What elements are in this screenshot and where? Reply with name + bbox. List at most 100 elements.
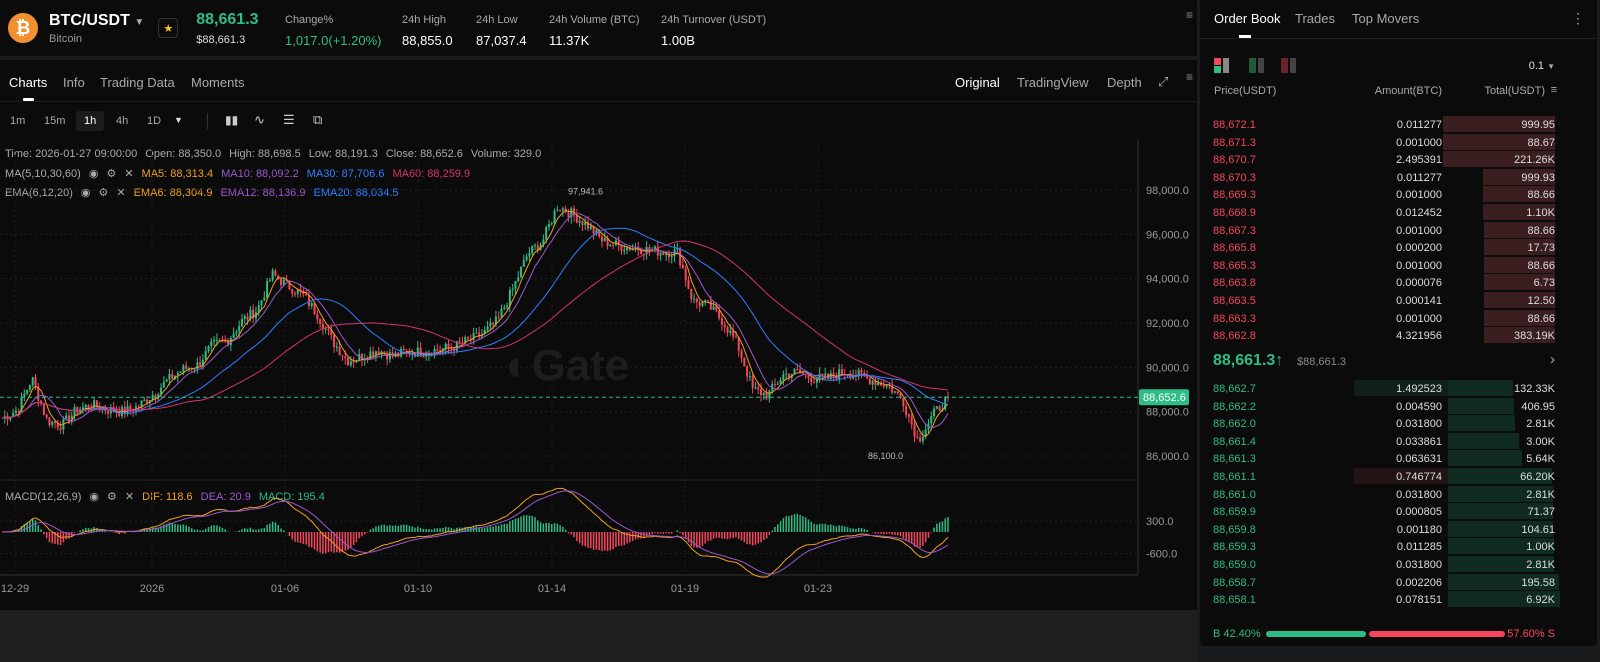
mid-price[interactable]: 88,661.3↑ [1213,352,1283,370]
x-tick-label: 01-10 [404,583,432,595]
menu-icon[interactable]: ≡ [1186,70,1193,84]
column-settings-icon[interactable]: ≡ [1551,84,1557,96]
candle [436,348,439,351]
ask-row[interactable]: 88,663.5 0.000141 12.50 [1200,292,1597,309]
candle [207,346,210,351]
bid-price: 88,659.8 [1213,523,1256,536]
candle [567,212,570,218]
tab-moments[interactable]: Moments [191,75,244,90]
fullscreen-icon[interactable]: ⤢ [1158,74,1168,90]
candle [603,237,606,242]
interval-4h[interactable]: 4h [108,111,136,131]
column-header: Price(USDT) [1214,85,1277,97]
ask-price: 88,670.7 [1213,154,1256,167]
ask-row[interactable]: 88,670.3 0.011277 999.93 [1200,168,1597,186]
ask-row[interactable]: 88,669.3 0.001000 88.66 [1200,186,1597,203]
tab-charts[interactable]: Charts [9,75,47,101]
view-tradingview[interactable]: TradingView [1017,75,1089,90]
chart-settings-icon[interactable]: ⧉ [313,112,322,128]
bid-row[interactable]: 88,659.0 0.031800 2.81K [1200,556,1597,573]
ask-row[interactable]: 88,668.9 0.012452 1.10K [1200,204,1597,221]
ask-row[interactable]: 88,671.3 0.001000 88.67 [1200,133,1597,151]
candle [81,407,84,410]
x-tick-label: 01-06 [271,583,299,595]
bid-row[interactable]: 88,661.3 0.063631 5.64K [1200,450,1597,467]
bid-row[interactable]: 88,659.8 0.001180 104.61 [1200,520,1597,538]
ask-amount: 2.495391 [1396,154,1442,167]
indicators-icon[interactable]: ∿ [254,112,265,128]
ask-row[interactable]: 88,663.3 0.001000 88.66 [1200,309,1597,327]
interval-1D[interactable]: 1D [139,111,169,131]
pair-selector[interactable]: BTC/USDT ▼ Bitcoin [49,12,144,45]
tab-info[interactable]: Info [63,75,85,90]
menu-icon[interactable]: ≡ [1186,8,1193,22]
candle [589,226,592,229]
candle [709,300,712,310]
ask-total: 383.19K [1514,330,1555,343]
bid-row[interactable]: 88,662.2 0.004590 406.95 [1200,397,1597,415]
candle [679,248,682,266]
stat-label: 24h High [402,14,447,26]
price-chart[interactable]: 98,000.0 96,000.0 94,000.0 92,000.0 90,000.0… [0,140,1197,610]
ticker-header: ₿ BTC/USDT ▼ Bitcoin ★ 88,661.3 $88,661.3 … [0,0,1197,60]
bid-row[interactable]: 88,661.0 0.031800 2.81K [1200,485,1597,503]
ask-row[interactable]: 88,665.8 0.000200 17.73 [1200,239,1597,256]
x-tick-label: 01-23 [804,583,832,595]
tab-trading-data[interactable]: Trading Data [100,75,175,90]
both-sides-view-icon[interactable] [1214,58,1230,74]
candle [461,342,464,344]
ask-price: 88,663.3 [1213,312,1256,325]
tab-order-book[interactable]: Order Book [1214,11,1280,26]
view-depth[interactable]: Depth [1107,75,1142,90]
bid-row[interactable]: 88,661.1 0.746774 66.20K [1200,468,1597,485]
buy-percentage: B 42.40% [1213,628,1261,640]
ask-amount: 0.011277 [1396,119,1442,131]
bid-row[interactable]: 88,662.0 0.031800 2.81K [1200,415,1597,432]
ask-row[interactable]: 88,670.7 2.495391 221.26K [1200,151,1597,168]
stat-label: Change% [285,14,334,26]
bid-total: 2.81K [1526,418,1555,431]
interval-1h[interactable]: 1h [76,111,105,131]
tab-trades[interactable]: Trades [1295,11,1335,26]
candle [525,256,528,260]
ask-row[interactable]: 88,663.8 0.000076 6.73 [1200,274,1597,291]
candle [199,362,202,366]
bid-amount: 0.746774 [1396,471,1442,483]
bid-row[interactable]: 88,658.7 0.002206 195.58 [1200,573,1597,591]
low-marker-label: 86,100.0 [868,451,903,461]
asks-only-view-icon[interactable] [1281,58,1297,73]
ask-amount: 0.000141 [1396,295,1442,307]
bids-only-view-icon[interactable] [1249,58,1265,73]
candle-type-icon[interactable]: ▮▮ [225,113,238,127]
precision-select[interactable]: 0.1 ▼ [1529,60,1555,72]
precision-value: 0.1 [1528,60,1545,72]
ask-row[interactable]: 88,662.8 4.321956 383.19K [1200,327,1597,344]
bid-row[interactable]: 88,658.1 0.078151 6.92K [1200,591,1597,608]
candle [34,377,37,387]
bid-row[interactable]: 88,659.3 0.011285 1.00K [1200,538,1597,555]
more-options-icon[interactable]: ⋮ [1571,10,1585,27]
bid-amount: 1.492523 [1396,383,1442,395]
interval-15m[interactable]: 15m [36,111,73,131]
ask-row[interactable]: 88,672.1 0.011277 999.95 [1200,116,1597,133]
interval-dropdown-chevron-icon[interactable]: ▼ [174,115,183,125]
view-original[interactable]: Original [955,75,1000,90]
bid-row[interactable]: 88,662.7 1.492523 132.33K [1200,380,1597,397]
ask-row[interactable]: 88,665.3 0.001000 88.66 [1200,256,1597,274]
ask-row[interactable]: 88,667.3 0.001000 88.66 [1200,221,1597,239]
drawing-tools-icon[interactable]: ☰ [283,112,295,128]
candle [422,356,425,358]
stat-3: 24h Volume (BTC) 11.37K [549,14,639,48]
interval-1m[interactable]: 1m [2,111,33,131]
favorite-star-icon[interactable]: ★ [158,18,179,38]
candle [824,373,827,376]
ask-amount: 0.001000 [1396,136,1442,149]
candle [531,245,534,254]
bid-price: 88,661.1 [1213,471,1256,483]
candle [93,400,96,409]
bid-row[interactable]: 88,661.4 0.033861 3.00K [1200,432,1597,450]
tab-top-movers[interactable]: Top Movers [1352,11,1419,26]
candle [162,381,165,388]
bid-row[interactable]: 88,659.9 0.000805 71.37 [1200,503,1597,520]
chevron-right-icon[interactable]: › [1550,351,1555,368]
